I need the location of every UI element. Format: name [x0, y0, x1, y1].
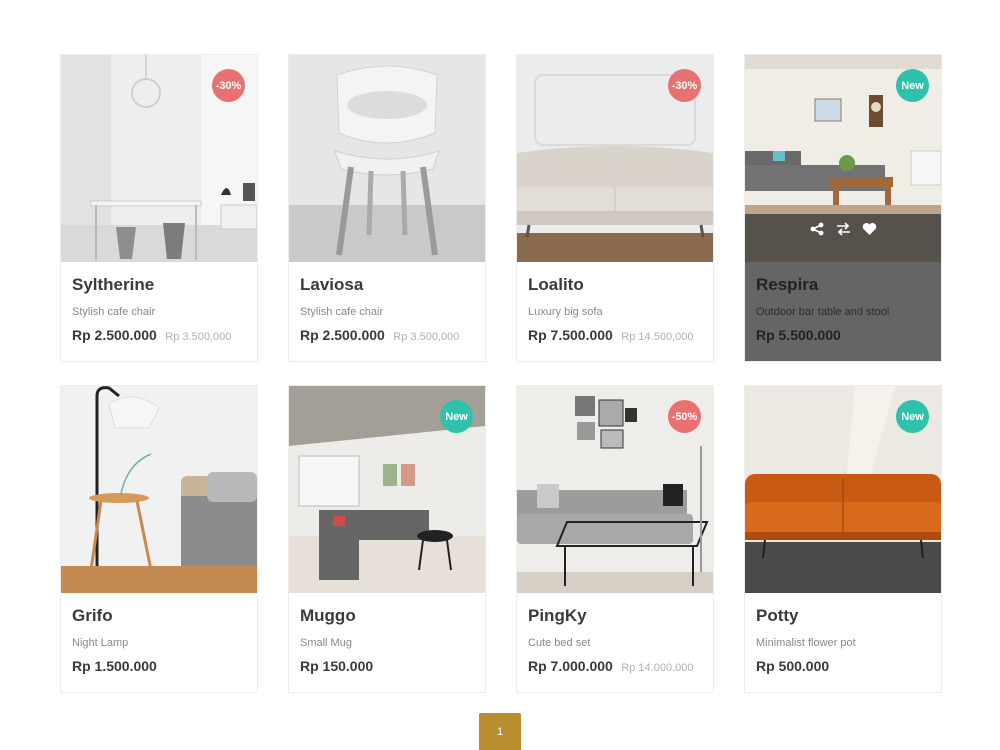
- new-badge: New: [896, 400, 929, 433]
- product-image: New: [289, 386, 485, 593]
- product-name: Syltherine: [72, 275, 155, 294]
- product-description: Minimalist flower pot: [756, 637, 856, 649]
- product-description: Night Lamp: [72, 637, 129, 649]
- product-description: Stylish cafe chair: [300, 306, 384, 318]
- product-name: Potty: [756, 606, 799, 625]
- product-card-syltherine[interactable]: -30% Syltherine Stylish cafe chair Rp 2.…: [60, 54, 258, 362]
- product-card-pingky[interactable]: -50% PingKy Cute bed set Rp 7.000.000 Rp…: [516, 385, 714, 693]
- product-image: -30%: [61, 55, 257, 262]
- heart-icon[interactable]: [860, 220, 878, 238]
- product-old-price: Rp 3.500,000: [165, 331, 232, 343]
- product-image: -30%: [517, 55, 713, 262]
- product-price: Rp 1.500.000: [72, 658, 157, 674]
- product-old-price: Rp 3.500,000: [393, 331, 460, 343]
- product-price: Rp 5.500.000: [756, 327, 841, 343]
- product-price: Rp 500.000: [756, 658, 830, 674]
- product-grid: -30% Syltherine Stylish cafe chair Rp 2.…: [60, 54, 942, 693]
- pagination-page-1[interactable]: 1: [479, 713, 521, 750]
- product-price: Rp 7.500.000: [528, 327, 613, 343]
- product-description: Outdoor bar table and stool: [756, 306, 890, 318]
- product-card-potty[interactable]: New Potty Minimalist flower pot Rp 500.0…: [744, 385, 942, 693]
- product-price: Rp 150.000: [300, 658, 374, 674]
- product-name: Grifo: [72, 606, 113, 625]
- new-badge: New: [896, 69, 929, 102]
- new-badge: New: [440, 400, 473, 433]
- product-old-price: Rp 14.500,000: [621, 331, 694, 343]
- product-name: PingKy: [528, 606, 587, 625]
- product-old-price: Rp 14.000.000: [621, 662, 694, 674]
- product-card-laviosa[interactable]: Laviosa Stylish cafe chair Rp 2.500.000 …: [288, 54, 486, 362]
- product-card-grifo[interactable]: Grifo Night Lamp Rp 1.500.000: [60, 385, 258, 693]
- product-description: Cute bed set: [528, 637, 591, 649]
- product-name: Loalito: [528, 275, 584, 294]
- discount-badge: -30%: [212, 69, 245, 102]
- compare-icon[interactable]: [834, 220, 852, 238]
- product-price: Rp 2.500.000: [72, 327, 157, 343]
- product-card-loalito[interactable]: -30% Loalito Luxury big sofa Rp 7.500.00…: [516, 54, 714, 362]
- product-image: New: [745, 386, 941, 593]
- product-actions: [745, 220, 941, 238]
- product-card-respira[interactable]: New Respira Outdoor bar table and stool …: [744, 54, 942, 362]
- share-icon[interactable]: [808, 220, 826, 238]
- product-description: Luxury big sofa: [528, 306, 603, 318]
- product-image: [61, 386, 257, 593]
- product-image: [289, 55, 485, 262]
- discount-badge: -30%: [668, 69, 701, 102]
- product-card-muggo[interactable]: New Muggo Small Mug Rp 150.000: [288, 385, 486, 693]
- discount-badge: -50%: [668, 400, 701, 433]
- product-name: Laviosa: [300, 275, 364, 294]
- product-name: Muggo: [300, 606, 356, 625]
- product-description: Small Mug: [300, 637, 352, 649]
- product-price: Rp 2.500.000: [300, 327, 385, 343]
- product-description: Stylish cafe chair: [72, 306, 156, 318]
- product-price: Rp 7.000.000: [528, 658, 613, 674]
- product-image: -50%: [517, 386, 713, 593]
- product-name: Respira: [756, 275, 819, 294]
